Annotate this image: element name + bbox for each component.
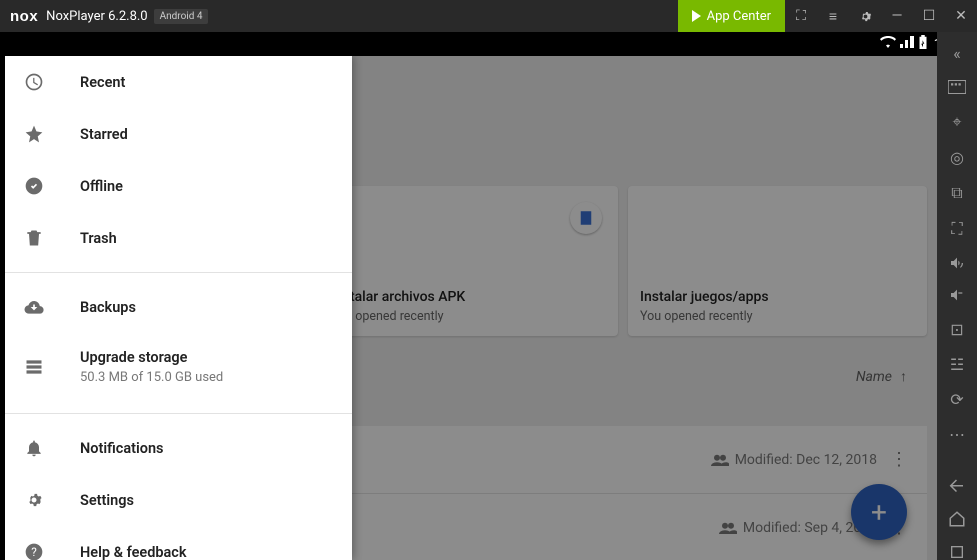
shirt-icon[interactable]: ⛶ <box>785 0 817 32</box>
emulator-screen: Battlelands… recently Instalar archivos … <box>0 56 937 560</box>
drawer-label: Settings <box>80 492 134 509</box>
drawer-label: Help & feedback <box>80 544 187 560</box>
battery-icon <box>918 35 928 53</box>
nox-side-toolbar: « ⌖ ◎ ⧉ ⛶ ⊡ ☳ ⟳ ⋯ <box>937 32 977 560</box>
minimize-button[interactable]: ― <box>881 0 913 32</box>
offline-icon <box>24 176 60 196</box>
screenshot-icon[interactable]: ⧉ <box>945 183 969 203</box>
play-icon <box>692 10 701 22</box>
backup-icon <box>24 297 60 317</box>
gear-icon[interactable] <box>849 0 881 32</box>
drawer-item-offline[interactable]: Offline <box>0 160 352 212</box>
maximize-button[interactable]: ☐ <box>913 0 945 32</box>
drawer-label: Starred <box>80 126 128 143</box>
home-button[interactable] <box>945 510 969 528</box>
collapse-icon[interactable]: « <box>945 44 969 63</box>
menu-icon[interactable]: ≡ <box>817 0 849 32</box>
divider <box>0 413 352 414</box>
gear-icon <box>24 490 60 510</box>
drawer-label: Offline <box>80 178 123 195</box>
star-icon <box>24 124 60 144</box>
divider <box>0 272 352 273</box>
volume-down-icon[interactable] <box>945 287 969 304</box>
rotate-icon[interactable]: ⟳ <box>945 390 969 409</box>
wifi-icon <box>880 36 896 52</box>
drawer-item-help[interactable]: ? Help & feedback <box>0 526 352 560</box>
navigation-drawer: Recent Starred Offline Trash Backups Upg… <box>0 56 352 560</box>
drawer-item-settings[interactable]: Settings <box>0 474 352 526</box>
product-name: NoxPlayer 6.2.8.0 <box>46 9 147 24</box>
storage-icon <box>24 357 60 377</box>
clock-icon <box>24 72 60 92</box>
drawer-item-starred[interactable]: Starred <box>0 108 352 160</box>
bell-icon <box>24 438 60 458</box>
cursor-icon[interactable]: ⌖ <box>945 112 969 132</box>
drawer-item-upgrade[interactable]: Upgrade storage 50.3 MB of 15.0 GB used <box>0 333 352 401</box>
fullscreen-icon[interactable]: ⛶ <box>945 219 969 239</box>
drawer-item-backups[interactable]: Backups <box>0 281 352 333</box>
window-titlebar: nox NoxPlayer 6.2.8.0 Android 4 App Cent… <box>0 0 977 32</box>
drawer-label: Upgrade storage <box>80 349 223 366</box>
android-tag: Android 4 <box>154 9 209 24</box>
nox-logo: nox <box>10 8 38 25</box>
recents-button[interactable] <box>945 544 969 560</box>
drawer-label: Notifications <box>80 440 164 457</box>
location-icon[interactable]: ◎ <box>945 148 969 167</box>
scan-icon[interactable]: ⊡ <box>945 320 969 339</box>
app-center-button[interactable]: App Center <box>678 0 785 32</box>
trash-icon <box>24 228 60 248</box>
app-center-label: App Center <box>707 9 771 24</box>
drawer-item-notifications[interactable]: Notifications <box>0 422 352 474</box>
keyboard-icon[interactable] <box>945 79 969 96</box>
close-button[interactable]: ✕ <box>945 0 977 32</box>
back-button[interactable] <box>945 476 969 494</box>
help-icon: ? <box>24 542 60 560</box>
signal-icon <box>900 36 914 52</box>
drawer-item-recent[interactable]: Recent <box>0 56 352 108</box>
screen-border <box>0 32 5 560</box>
storage-usage: 50.3 MB of 15.0 GB used <box>80 370 223 385</box>
android-statusbar: 10:31 <box>0 32 977 56</box>
volume-up-icon[interactable] <box>945 255 969 272</box>
svg-text:?: ? <box>31 545 37 559</box>
drawer-label: Backups <box>80 299 136 316</box>
more-icon[interactable]: ⋯ <box>945 425 969 444</box>
drawer-label: Recent <box>80 74 125 91</box>
multi-icon[interactable]: ☳ <box>945 355 969 374</box>
drawer-label: Trash <box>80 230 117 247</box>
drawer-item-trash[interactable]: Trash <box>0 212 352 264</box>
